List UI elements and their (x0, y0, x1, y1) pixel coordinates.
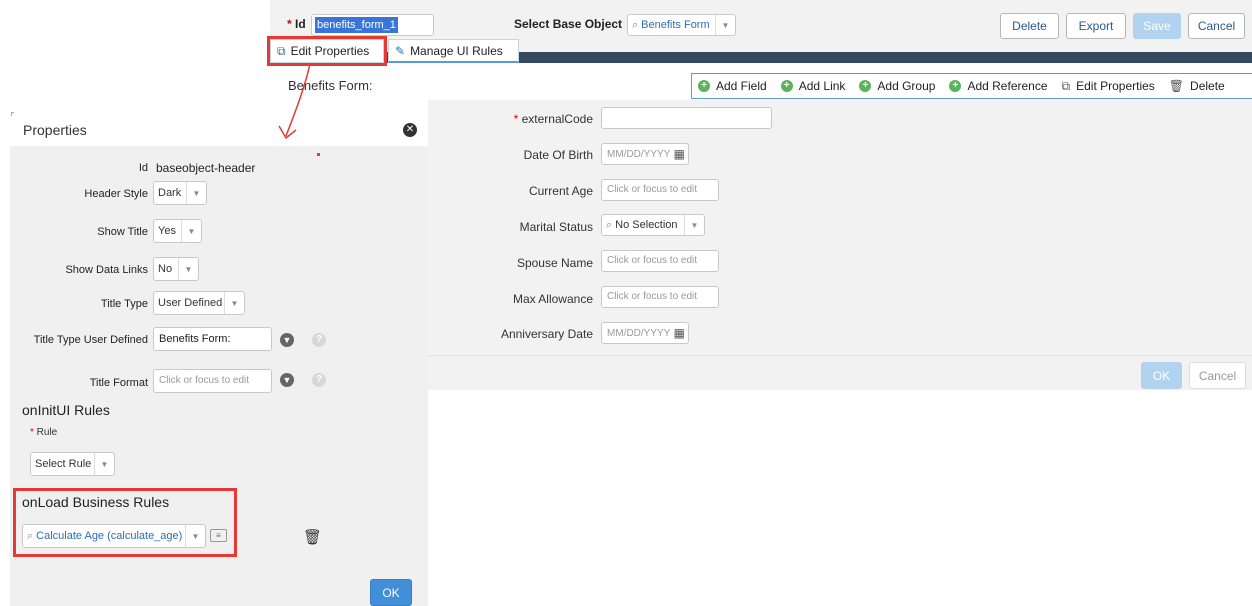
external-code-label: * externalCode (513, 112, 593, 126)
add-field-button[interactable]: + Add Field (698, 79, 767, 93)
spouse-name-input[interactable]: Click or focus to edit (601, 250, 719, 272)
chevron-down-icon: ▼ (178, 258, 198, 280)
add-link-button[interactable]: + Add Link (780, 79, 845, 93)
translate-icon[interactable]: ▼ (280, 373, 294, 387)
onload-heading: onLoad Business Rules (22, 494, 170, 510)
export-button[interactable]: Export (1066, 13, 1126, 39)
chevron-down-icon: ▼ (181, 220, 201, 242)
toolbar-delete-button[interactable]: 🗑 Delete (1169, 79, 1225, 93)
add-icon: + (780, 80, 793, 92)
dob-input[interactable]: MM/DD/YYYY ▦ (601, 143, 689, 165)
form-toolbar: + Add Field + Add Link + Add Group + Add Ref… (691, 73, 1252, 99)
form-ok-button[interactable]: OK (1141, 362, 1182, 389)
show-title-select[interactable]: Yes ▼ (153, 219, 202, 243)
max-allowance-label: Max Allowance (512, 292, 593, 306)
base-object-select[interactable]: ⌕ Benefits Form ▼ (627, 14, 736, 36)
trash-icon: 🗑 (1168, 79, 1185, 93)
pencil-icon: ✎ (395, 43, 406, 58)
title-type-user-defined-input[interactable]: Benefits Form: (153, 327, 272, 351)
anniversary-date-input[interactable]: MM/DD/YYYY ▦ (601, 322, 689, 344)
cancel-button[interactable]: Cancel (1188, 13, 1245, 39)
annotation-dot (317, 153, 320, 156)
edit-properties-icon: ⧉ (1061, 78, 1071, 93)
calendar-icon[interactable]: ▦ (674, 326, 685, 340)
base-object-label: Select Base Object (514, 17, 623, 31)
tab-manage-ui-rules[interactable]: ✎ Manage UI Rules (388, 39, 519, 63)
title-format-input[interactable]: Click or focus to edit (153, 369, 272, 393)
add-icon: + (698, 80, 710, 92)
marital-status-select[interactable]: ⌕ No Selection ▼ (601, 214, 705, 236)
properties-title: Properties (23, 122, 87, 138)
show-data-links-select[interactable]: No ▼ (153, 257, 199, 281)
save-button[interactable]: Save (1133, 13, 1181, 39)
dob-label: Date Of Birth (523, 148, 593, 162)
chevron-down-icon: ▼ (715, 15, 735, 35)
chevron-down-icon: ▼ (186, 182, 206, 204)
id-label: * Id (287, 17, 306, 31)
form-cancel-button[interactable]: Cancel (1189, 362, 1246, 389)
chevron-down-icon: ▼ (684, 215, 704, 235)
show-title-label: Show Title (97, 226, 148, 238)
header-style-label: Header Style (84, 188, 148, 200)
current-age-label: Current Age (528, 184, 593, 198)
title-format-label: Title Format (89, 377, 148, 389)
form-footer (428, 355, 1252, 390)
add-group-button[interactable]: + Add Group (859, 79, 935, 93)
search-icon: ⌕ (27, 529, 34, 542)
max-allowance-input[interactable]: Click or focus to edit (601, 286, 719, 308)
delete-button[interactable]: Delete (1000, 13, 1059, 39)
show-data-links-label: Show Data Links (65, 264, 148, 276)
chevron-down-icon: ▼ (94, 453, 114, 475)
spouse-name-label: Spouse Name (516, 256, 593, 270)
calendar-icon[interactable]: ▦ (674, 147, 685, 161)
onload-rule-select[interactable]: ⌕ Calculate Age (calculate_age) ▼ (22, 524, 206, 548)
add-icon: + (949, 80, 962, 92)
add-reference-button[interactable]: + Add Reference (949, 79, 1048, 93)
rule-label: * Rule (30, 427, 58, 438)
search-icon: ⌕ (632, 18, 639, 31)
marital-status-label: Marital Status (519, 220, 593, 234)
search-icon: ⌕ (606, 218, 613, 231)
resize-handle[interactable] (11, 112, 14, 116)
translate-icon[interactable]: ▼ (280, 333, 294, 347)
toolbar-edit-properties-button[interactable]: ⧉ Edit Properties (1062, 79, 1155, 94)
title-type-user-defined-label: Title Type User Defined (33, 334, 148, 346)
title-type-select[interactable]: User Defined ▼ (153, 291, 245, 315)
help-icon[interactable]: ? (312, 333, 326, 347)
properties-ok-button[interactable]: OK (370, 579, 412, 606)
trash-icon[interactable]: 🗑 (303, 528, 322, 546)
oninit-rule-select[interactable]: Select Rule ▼ (30, 452, 115, 476)
edit-properties-icon: ⧉ (277, 43, 286, 58)
help-icon[interactable]: ? (312, 373, 326, 387)
chevron-down-icon: ▼ (224, 292, 244, 314)
anniversary-date-label: Anniversary Date (500, 327, 593, 341)
close-icon[interactable]: ✕ (403, 123, 417, 137)
annotation-arrow-icon (278, 63, 311, 140)
external-code-input[interactable] (601, 107, 772, 129)
chevron-down-icon: ▼ (185, 525, 205, 547)
prop-id-value: baseobject-header (156, 161, 256, 175)
title-type-label: Title Type (100, 298, 148, 310)
rule-details-icon[interactable]: ≡ (210, 529, 227, 542)
oninit-heading: onInitUI Rules (22, 402, 110, 418)
current-age-input[interactable]: Click or focus to edit (601, 179, 719, 201)
prop-id-label: Id (138, 162, 148, 174)
header-style-select[interactable]: Dark ▼ (153, 181, 207, 205)
id-input[interactable]: benefits_form_1 (311, 14, 434, 36)
add-icon: + (859, 80, 872, 92)
